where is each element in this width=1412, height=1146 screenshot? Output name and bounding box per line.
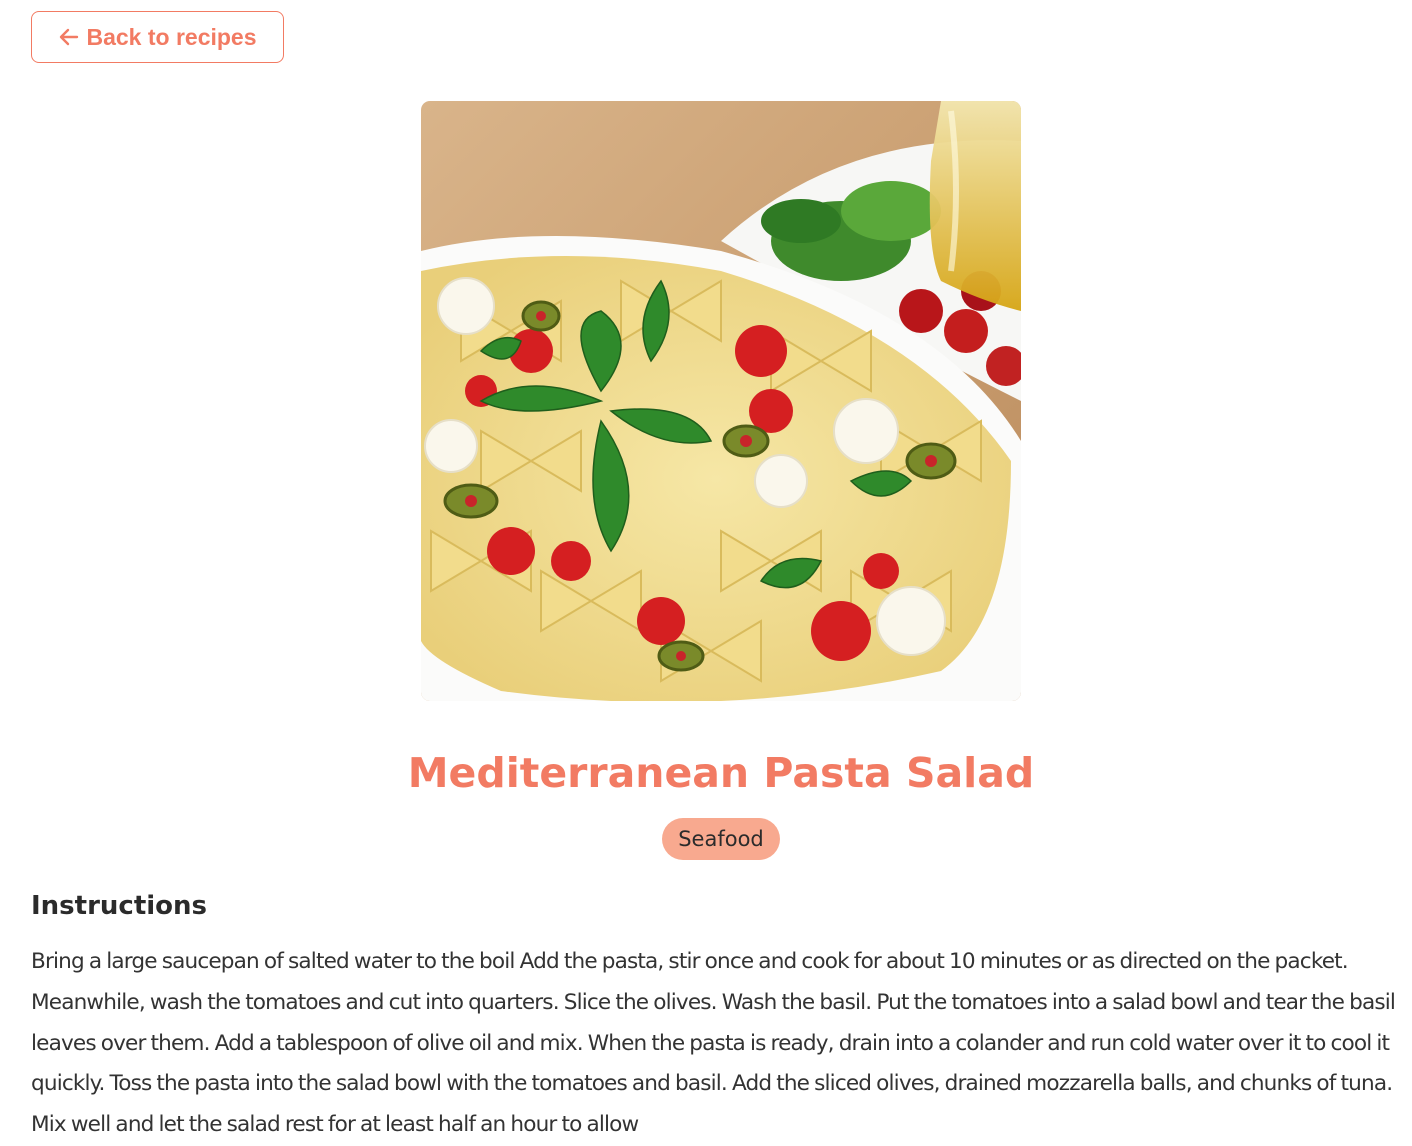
instructions-text: Bring a large saucepan of salted water t… <box>31 949 1396 1138</box>
back-button-label: Back to recipes <box>86 23 257 50</box>
category-badge: Seafood <box>662 818 780 860</box>
back-to-recipes-button[interactable]: Back to recipes <box>31 11 284 63</box>
recipe-image <box>421 101 1021 701</box>
instructions-heading: Instructions <box>31 891 208 921</box>
recipe-title: Mediterranean Pasta Salad <box>407 749 1035 797</box>
arrow-left-icon <box>58 26 80 48</box>
